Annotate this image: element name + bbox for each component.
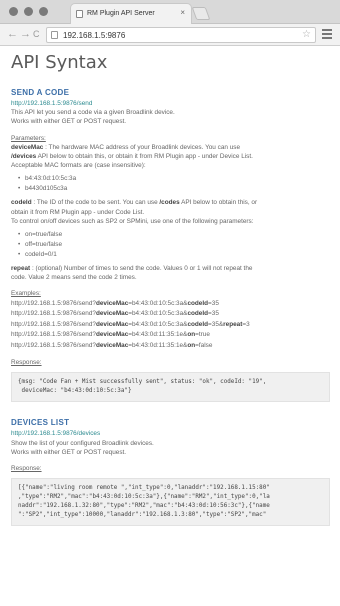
maximize-window-button[interactable] [39,7,48,16]
reload-icon[interactable]: C [33,28,40,40]
page-content: API Syntax SEND A CODE http://192.168.1.… [0,46,340,527]
address-bar-url[interactable]: 192.168.1.5:9876 [63,31,125,40]
list-item: off=true/false [18,240,330,250]
star-icon[interactable]: ☆ [302,29,311,40]
example-line: http://192.168.1.5:9876/send?deviceMac=b… [11,331,210,339]
devices-list-heading: DEVICES LIST [11,418,70,428]
menu-icon[interactable] [322,29,332,41]
devices-response-label: Response: [11,464,42,472]
send-code-desc: This API let you send a code via a given… [11,109,175,117]
list-item: codeId=0/1 [18,250,330,260]
example-line: http://192.168.1.5:9876/send?deviceMac=b… [11,299,219,307]
onoff-param-list: on=true/false off=true/false codeId=0/1 [11,230,330,260]
devices-response-code: [{"name":"living room remote ","int_type… [11,478,330,527]
send-code-url: http://192.168.1.5:9876/send [11,100,93,107]
page-icon [51,31,58,39]
example-line: http://192.168.1.5:9876/send?deviceMac=b… [11,310,219,318]
new-tab-button[interactable] [191,7,211,20]
codeid-param: codeId : The ID of the code to be sent. … [11,199,258,225]
send-response-code: {msg: "Code Fan + Mist successfully sent… [11,372,330,403]
example-line: http://192.168.1.5:9876/send?deviceMac=b… [11,320,250,328]
examples-label: Examples: [11,290,41,298]
minimize-window-button[interactable] [24,7,33,16]
list-item: b4:43:0d:10:5c:3a [18,174,330,184]
parameters-label: Parameters: [11,134,46,142]
send-code-heading: SEND A CODE [11,88,70,97]
browser-titlebar: RM Plugin API Server × [0,0,340,24]
repeat-param-name: repeat [11,265,31,273]
tab-title: RM Plugin API Server [87,10,155,17]
forward-icon[interactable]: → [20,28,31,40]
devices-list-url: http://192.168.1.5:9876/devices [11,430,101,438]
address-bar[interactable]: 192.168.1.5:9876 ☆ [46,27,316,43]
codes-api-ref: /codes [159,199,180,207]
devices-api-ref: /devices [11,153,37,161]
close-window-button[interactable] [9,7,18,16]
mac-format-list: b4:43:0d:10:5c:3a b4430d105c3a [11,174,330,194]
browser-toolbar: ← → C 192.168.1.5:9876 ☆ [0,24,340,46]
back-icon[interactable]: ← [7,28,18,40]
devices-list-desc: Show the list of your configured Broadli… [11,439,154,447]
devicemac-param: deviceMac : The hardware MAC address of … [11,143,253,170]
page-title: API Syntax [11,52,108,73]
list-item: on=true/false [18,230,330,240]
example-line: http://192.168.1.5:9876/send?deviceMac=b… [11,341,213,349]
send-response-label: Response: [11,359,42,367]
browser-tab[interactable]: RM Plugin API Server × [70,3,192,24]
tab-favicon-icon [76,10,83,18]
repeat-param: repeat : (optional) Number of times to s… [11,265,253,282]
codeid-param-name: codeId [11,199,32,207]
send-code-method: Works with either GET or POST request. [11,118,127,126]
devicemac-param-name: deviceMac [11,143,44,151]
tab-close-icon[interactable]: × [180,8,185,17]
list-item: b4430d105c3a [18,184,330,194]
examples-list: http://192.168.1.5:9876/send?deviceMac=b… [11,299,330,352]
devices-list-method: Works with either GET or POST request. [11,448,127,456]
